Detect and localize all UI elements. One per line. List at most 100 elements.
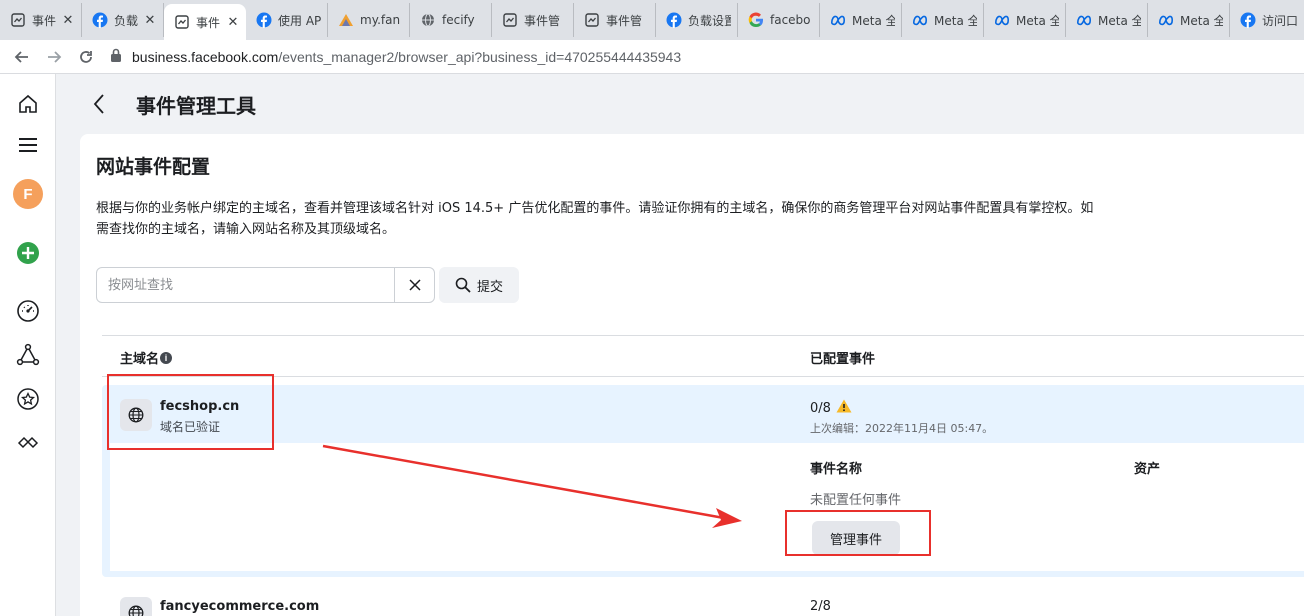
page-title: 事件管理工具 xyxy=(136,93,256,118)
table-row: fecshop.cn 域名已验证 0/8 上次编辑：2022年11月4日 05:… xyxy=(102,385,1304,577)
browser-tab-title: 事件 xyxy=(32,13,57,28)
submit-button[interactable]: 提交 xyxy=(439,267,519,303)
browser-tab-title: fecify xyxy=(442,13,475,27)
browser-tab-title: facebo xyxy=(770,13,811,27)
url-host: business.facebook.com xyxy=(132,48,279,65)
domain-name: fancyecommerce.com xyxy=(160,599,320,614)
events-manager-icon xyxy=(584,12,600,28)
row-details: 事件名称 资产 未配置任何事件 管理事件 xyxy=(110,443,1304,571)
create-button[interactable] xyxy=(12,237,44,269)
browser-tab-title: 使用 AP xyxy=(278,13,321,28)
home-icon xyxy=(19,94,37,113)
tab-close-icon[interactable]: ✕ xyxy=(226,15,240,30)
meta-icon xyxy=(912,12,928,28)
browser-toolbar: business.facebook.com/events_manager2/br… xyxy=(0,40,1304,74)
browser-tab[interactable]: facebo xyxy=(738,3,820,37)
star-circle-icon xyxy=(17,388,39,410)
browser-tab[interactable]: fecify xyxy=(410,3,492,37)
browser-tab[interactable]: my.fan xyxy=(328,3,410,37)
browser-tab[interactable]: Meta 全 xyxy=(1148,3,1230,37)
close-icon xyxy=(409,279,421,291)
card-title: 网站事件配置 xyxy=(96,156,211,178)
arrow-right-icon xyxy=(48,50,62,63)
configured-count: 0/8 xyxy=(810,399,852,417)
plus-circle-icon xyxy=(17,242,39,264)
left-nav-rail: F xyxy=(0,74,56,616)
browser-tab[interactable]: Meta 全 xyxy=(820,3,902,37)
browser-tab[interactable]: 负载设置 xyxy=(656,3,738,37)
meta-icon xyxy=(1158,12,1174,28)
address-bar[interactable]: business.facebook.com/events_manager2/br… xyxy=(110,43,1304,71)
submit-label: 提交 xyxy=(476,279,503,295)
tab-close-icon[interactable]: ✕ xyxy=(143,13,157,28)
meta-icon xyxy=(830,12,846,28)
connections-button[interactable] xyxy=(12,339,44,371)
reload-button[interactable] xyxy=(70,41,102,73)
browser-tab[interactable]: 事件 ✕ xyxy=(0,3,82,37)
forward-nav-button[interactable] xyxy=(38,41,70,73)
annotation-box-manage xyxy=(785,510,931,556)
reload-icon xyxy=(80,50,92,63)
handshake-icon xyxy=(17,436,39,449)
empty-events-text: 未配置任何事件 xyxy=(810,493,902,508)
pma-icon xyxy=(338,12,354,28)
browser-tab[interactable]: 事件管 xyxy=(492,3,574,37)
facebook-icon xyxy=(256,12,272,28)
facebook-icon xyxy=(1240,12,1256,28)
browser-tab-title: 事件 xyxy=(196,15,221,30)
back-nav-button[interactable] xyxy=(6,41,38,73)
configured-count: 2/8 xyxy=(810,599,831,614)
browser-tab-title: 负载 xyxy=(114,13,139,28)
search-input[interactable] xyxy=(97,268,395,302)
browser-tab[interactable]: Meta 全 xyxy=(902,3,984,37)
browser-tab-title: my.fan xyxy=(360,13,401,27)
browser-tab-title: Meta 全 xyxy=(852,13,895,28)
column-header-domain: 主域名 i xyxy=(120,348,173,367)
back-button[interactable] xyxy=(92,92,116,116)
browser-tab-title: 负载设置 xyxy=(688,13,731,28)
card-description: 根据与你的业务帐户绑定的主域名，查看并管理该域名针对 iOS 14.5+ 广告优… xyxy=(96,201,1094,237)
events-manager-icon xyxy=(502,12,518,28)
account-avatar[interactable]: F xyxy=(12,178,44,210)
meta-icon xyxy=(994,12,1010,28)
browser-tab-title: Meta 全 xyxy=(1016,13,1059,28)
gauge-icon xyxy=(17,300,39,322)
browser-tab-title: 事件管 xyxy=(524,13,561,28)
overview-button[interactable] xyxy=(12,295,44,327)
chevron-left-icon xyxy=(93,94,104,114)
configured-count-value: 0/8 xyxy=(810,400,831,416)
browser-tab[interactable]: 访问口 xyxy=(1230,3,1304,37)
browser-tab-title: Meta 全 xyxy=(1180,13,1223,28)
browser-tab[interactable]: Meta 全 xyxy=(1066,3,1148,37)
tab-close-icon[interactable]: ✕ xyxy=(61,13,75,28)
row-summary[interactable]: fecshop.cn 域名已验证 0/8 上次编辑：2022年11月4日 05:… xyxy=(102,385,1304,443)
asset-header: 资产 xyxy=(1134,462,1161,477)
browser-tab[interactable]: Meta 全 xyxy=(984,3,1066,37)
domain-table: 主域名 i 已配置事件 fecshop.cn 域名已验证 0/8 上次编辑：202… xyxy=(102,335,1304,616)
network-icon xyxy=(16,343,40,366)
annotation-box-domain xyxy=(107,374,274,450)
table-row[interactable]: fancyecommerce.com 2/8 xyxy=(102,585,1304,616)
google-icon xyxy=(748,12,764,28)
hamburger-icon xyxy=(19,138,37,152)
avatar: F xyxy=(13,179,43,209)
clear-search-button[interactable] xyxy=(394,268,434,302)
browser-tab[interactable]: 负载 ✕ xyxy=(82,3,164,37)
browser-tab[interactable]: 事件 ✕ xyxy=(164,4,246,40)
url-path: /events_manager2/browser_api?business_id… xyxy=(278,48,682,65)
browser-tab[interactable]: 事件管 xyxy=(574,3,656,37)
column-header-events: 已配置事件 xyxy=(810,352,876,367)
favorites-button[interactable] xyxy=(12,383,44,415)
lock-icon xyxy=(110,48,122,65)
browser-tab-strip: 事件 ✕ 负载 ✕ 事件 ✕ 使用 AP my.fan fecify 事件管 事件管 负载设置 face… xyxy=(0,0,1304,40)
browser-tab-title: 访问口 xyxy=(1262,13,1299,28)
globe-icon xyxy=(128,605,144,616)
menu-button[interactable] xyxy=(12,129,44,161)
partners-button[interactable] xyxy=(12,427,44,459)
home-button[interactable] xyxy=(12,88,44,120)
column-header-domain-label: 主域名 xyxy=(120,352,160,367)
arrow-left-icon xyxy=(14,50,28,63)
search-icon xyxy=(455,277,471,293)
info-icon[interactable]: i xyxy=(160,351,173,364)
browser-tab[interactable]: 使用 AP xyxy=(246,3,328,37)
